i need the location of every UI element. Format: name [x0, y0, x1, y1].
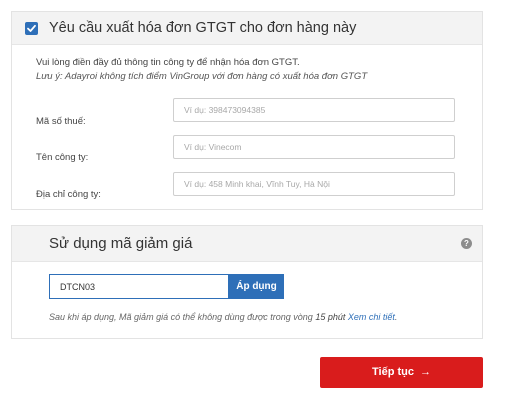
discount-code-header: Sử dụng mã giảm giá ? — [12, 226, 482, 262]
discount-note-text: Sau khi áp dụng, Mã giảm giá có thể khôn… — [49, 312, 316, 322]
discount-note-end: . — [394, 312, 398, 322]
tax-code-label: Mã số thuế: — [36, 116, 86, 127]
vat-invoice-checkbox[interactable] — [25, 22, 38, 35]
vat-invoice-note: Lưu ý: Adayroi không tích điểm VinGroup … — [36, 71, 368, 82]
discount-code-title: Sử dụng mã giảm giá — [49, 235, 193, 252]
apply-discount-button[interactable]: Áp dụng — [229, 274, 284, 299]
vat-invoice-intro: Vui lòng điền đầy đủ thông tin công ty đ… — [36, 57, 300, 68]
company-address-label: Địa chỉ công ty: — [36, 189, 101, 200]
discount-note-minutes: 15 phút — [315, 312, 346, 322]
vat-invoice-title: Yêu cầu xuất hóa đơn GTGT cho đơn hàng n… — [49, 20, 357, 36]
company-name-input[interactable] — [173, 135, 455, 159]
discount-code-panel: Sử dụng mã giảm giá ? Áp dụng Sau khi áp… — [11, 225, 483, 339]
vat-invoice-panel: Yêu cầu xuất hóa đơn GTGT cho đơn hàng n… — [11, 11, 483, 210]
arrow-right-icon: → — [419, 366, 431, 378]
company-name-label: Tên công ty: — [36, 152, 89, 163]
discount-code-note: Sau khi áp dụng, Mã giảm giá có thể khôn… — [49, 312, 397, 322]
see-details-link[interactable]: Xem chi tiết — [348, 312, 395, 322]
checkmark-icon — [27, 24, 36, 32]
discount-code-input[interactable] — [49, 274, 229, 299]
checkout-page: Yêu cầu xuất hóa đơn GTGT cho đơn hàng n… — [0, 0, 505, 400]
company-address-input[interactable] — [173, 172, 455, 196]
vat-invoice-header: Yêu cầu xuất hóa đơn GTGT cho đơn hàng n… — [12, 12, 482, 45]
continue-button[interactable]: Tiếp tục → — [320, 357, 483, 388]
continue-button-label: Tiếp tục — [372, 366, 414, 378]
question-icon[interactable]: ? — [461, 238, 472, 249]
tax-code-input[interactable] — [173, 98, 455, 122]
